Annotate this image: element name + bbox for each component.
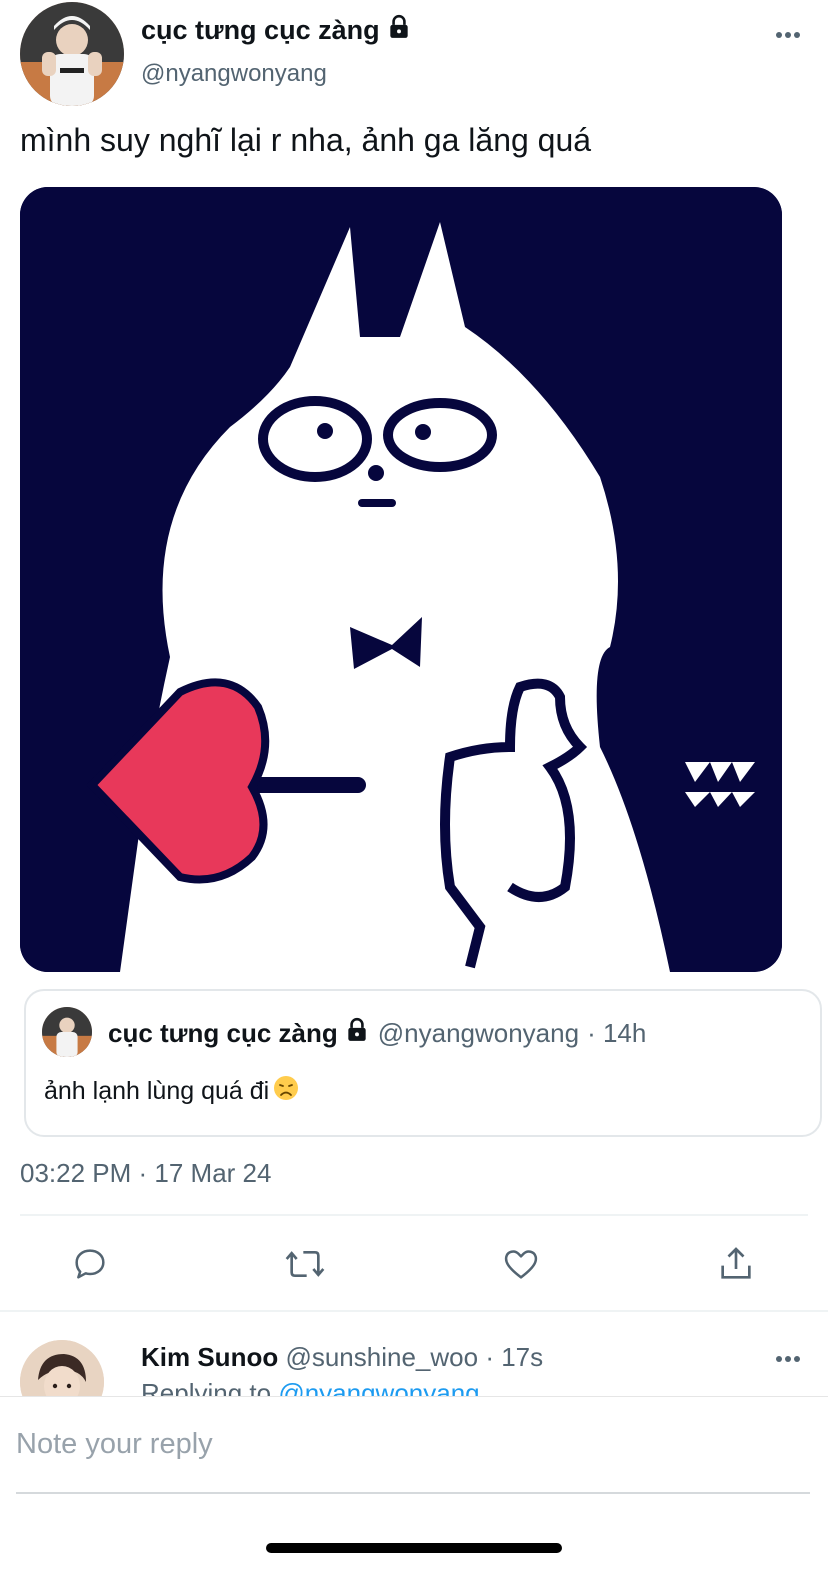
reply-more-options-button[interactable] — [768, 1344, 808, 1374]
quote-author-avatar — [42, 1007, 92, 1057]
more-dots-icon — [776, 32, 800, 38]
tweet-actions-bar — [0, 1236, 828, 1292]
replying-to-line: Replying to @nyangwonyang — [141, 1378, 480, 1396]
divider — [20, 1214, 808, 1216]
retweet-button[interactable] — [277, 1236, 333, 1292]
lock-icon — [344, 1017, 370, 1050]
replying-to-label: Replying to — [141, 1378, 272, 1396]
tweet-text: mình suy nghĩ lại r nha, ảnh ga lăng quá — [20, 122, 592, 158]
quote-author-name-text: cục tưng cục zàng — [108, 1018, 338, 1048]
quote-time: · 14h — [587, 1018, 647, 1048]
reply-icon — [75, 1249, 105, 1279]
reply-input[interactable] — [16, 1419, 810, 1469]
quote-author-handle: @nyangwonyang — [377, 1018, 580, 1048]
like-button[interactable] — [493, 1236, 549, 1292]
disappointed-face-emoji-icon — [273, 1075, 299, 1108]
quote-text-row: ảnh lạnh lùng quá đi — [44, 1075, 299, 1108]
quote-header: cục tưng cục zàng @nyangwonyang · 14h — [108, 1017, 646, 1050]
reply-button[interactable] — [62, 1236, 118, 1292]
reply-author-handle[interactable]: @sunshine_woo — [285, 1342, 478, 1372]
replying-to-mention[interactable]: @nyangwonyang — [278, 1378, 479, 1396]
author-name-text: cục tưng cục zàng — [141, 15, 380, 45]
composer-underline — [16, 1492, 810, 1494]
share-icon — [721, 1247, 751, 1279]
reply-header: Kim Sunoo @sunshine_woo · 17s — [141, 1342, 543, 1373]
home-indicator[interactable] — [266, 1543, 562, 1553]
more-options-button[interactable] — [768, 20, 808, 50]
reply-author-avatar[interactable] — [20, 1340, 104, 1396]
tweet-header: cục tưng cục zàng @nyangwonyang — [20, 2, 808, 107]
tweet-media-image[interactable] — [20, 187, 782, 972]
quote-text: ảnh lạnh lùng quá đi — [44, 1077, 270, 1105]
author-handle[interactable]: @nyangwonyang — [141, 60, 327, 88]
reply-author-name[interactable]: Kim Sunoo — [141, 1342, 278, 1372]
author-name[interactable]: cục tưng cục zàng — [141, 14, 412, 47]
author-avatar[interactable] — [20, 2, 124, 106]
share-button[interactable] — [708, 1236, 764, 1292]
reply-composer — [0, 1396, 828, 1569]
quote-author-name: cục tưng cục zàng — [108, 1017, 370, 1050]
lock-icon — [386, 14, 412, 47]
reply-tweet[interactable]: Kim Sunoo @sunshine_woo · 17s Replying t… — [0, 1312, 828, 1396]
reply-time: · 17s — [485, 1342, 544, 1372]
cat-sticker-icon — [20, 187, 782, 972]
quoted-tweet[interactable]: cục tưng cục zàng @nyangwonyang · 14h ản… — [24, 989, 822, 1137]
more-dots-icon — [776, 1356, 800, 1362]
tweet-timestamp[interactable]: 03:22 PM · 17 Mar 24 — [20, 1158, 271, 1189]
like-icon — [504, 1250, 538, 1279]
retweet-icon — [285, 1251, 325, 1277]
